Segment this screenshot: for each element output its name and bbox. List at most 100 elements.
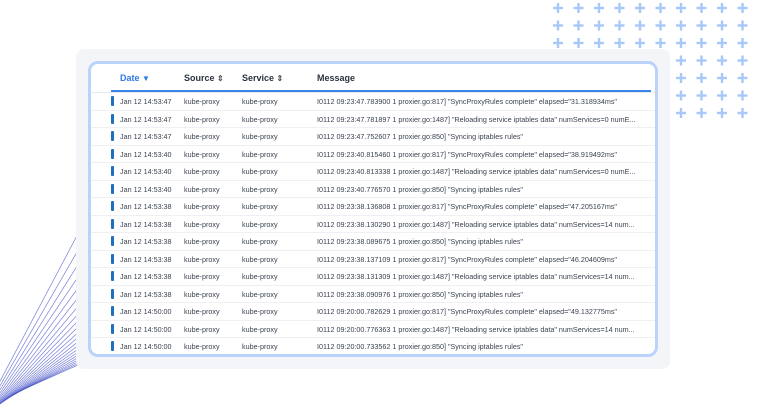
plus-icon bbox=[573, 20, 584, 31]
plus-icon bbox=[553, 20, 563, 31]
row-message: I0112 09:23:38.090976 1 proxier.go:850] … bbox=[317, 289, 523, 299]
row-source: kube-proxy bbox=[184, 254, 220, 264]
plus-icon bbox=[717, 38, 727, 48]
row-message: I0112 09:20:00.776363 1 proxier.go:1487]… bbox=[317, 324, 635, 334]
plus-icon bbox=[655, 20, 666, 31]
row-message: I0112 09:23:47.783900 1 proxier.go:817] … bbox=[317, 97, 617, 106]
plus-icon bbox=[594, 38, 604, 48]
row-source: kube-proxy bbox=[184, 132, 220, 141]
row-message: I0112 09:20:00.782629 1 proxier.go:817] … bbox=[317, 307, 617, 316]
row-date: Jan 12 14:53:47 bbox=[120, 97, 172, 106]
table-row[interactable]: Jan 12 14:53:47 kube-proxy kube-proxy I0112… bbox=[91, 111, 655, 128]
table-row[interactable]: Jan 12 14:53:38 kube-proxy kube-proxy I0112… bbox=[91, 198, 655, 216]
plus-icon bbox=[614, 20, 625, 31]
row-service: kube-proxy bbox=[242, 219, 278, 229]
row-service: kube-proxy bbox=[242, 184, 278, 194]
log-level-indicator bbox=[111, 341, 114, 351]
log-level-indicator bbox=[111, 306, 114, 316]
plus-icon bbox=[717, 90, 727, 101]
plus-icon bbox=[635, 20, 645, 31]
log-level-indicator bbox=[111, 218, 114, 229]
table-row[interactable]: Jan 12 14:53:38 kube-proxy kube-proxy I0112… bbox=[91, 251, 655, 268]
row-service: kube-proxy bbox=[242, 114, 278, 124]
row-date: Jan 12 14:53:40 bbox=[120, 149, 172, 159]
row-source: kube-proxy bbox=[184, 97, 220, 106]
row-service: kube-proxy bbox=[242, 97, 278, 106]
table-row[interactable]: Jan 12 14:53:38 kube-proxy kube-proxy I0112… bbox=[91, 216, 655, 233]
plus-icon bbox=[676, 90, 686, 101]
log-table-panel: Date ▼ Source ⇕ Service ⇕ Message Jan 12… bbox=[88, 61, 658, 357]
plus-icon bbox=[696, 20, 707, 31]
plus-icon bbox=[614, 38, 625, 48]
column-header-service[interactable]: Service ⇕ bbox=[242, 73, 283, 83]
row-source: kube-proxy bbox=[184, 272, 220, 281]
column-header-source[interactable]: Source ⇕ bbox=[184, 73, 224, 83]
plus-icon bbox=[614, 3, 625, 13]
row-message: I0112 09:20:00.733562 1 proxier.go:850] … bbox=[317, 342, 523, 351]
row-date: Jan 12 14:50:00 bbox=[120, 324, 172, 334]
plus-icon bbox=[553, 38, 563, 48]
table-row[interactable]: Jan 12 14:53:38 kube-proxy kube-proxy I0112… bbox=[91, 233, 655, 251]
row-source: kube-proxy bbox=[184, 342, 220, 351]
plus-icon bbox=[717, 55, 727, 66]
plus-icon bbox=[737, 3, 748, 13]
plus-icon bbox=[737, 73, 748, 83]
table-row[interactable]: Jan 12 14:53:38 kube-proxy kube-proxy I0112… bbox=[91, 286, 655, 303]
log-table: Date ▼ Source ⇕ Service ⇕ Message Jan 12… bbox=[91, 64, 655, 358]
table-row[interactable]: Jan 12 14:50:00kube-proxykube-proxyI0112… bbox=[91, 321, 655, 338]
table-row[interactable]: Jan 12 14:53:40 kube-proxy kube-proxy I0112… bbox=[91, 181, 655, 198]
row-message: I0112 09:23:38.137109 1 proxier.go:817] … bbox=[317, 254, 617, 264]
plus-icon bbox=[573, 3, 584, 13]
row-source: kube-proxy bbox=[184, 167, 220, 176]
row-source: kube-proxy bbox=[184, 307, 220, 316]
row-message: I0112 09:23:38.130290 1 proxier.go:1487]… bbox=[317, 219, 635, 229]
row-source: kube-proxy bbox=[184, 202, 220, 211]
row-service: kube-proxy bbox=[242, 342, 278, 351]
plus-icon bbox=[696, 73, 707, 83]
table-row[interactable]: Jan 12 14:53:47 kube-proxy kube-proxy I0112… bbox=[91, 93, 655, 111]
row-message: I0112 09:23:40.813338 1 proxier.go:1487]… bbox=[317, 167, 636, 176]
log-level-indicator bbox=[111, 131, 114, 141]
table-row[interactable]: Jan 12 14:53:47 kube-proxy kube-proxy I0112… bbox=[91, 128, 655, 146]
table-row[interactable]: Jan 12 14:53:40 kube-proxy kube-proxy I0112… bbox=[91, 163, 655, 181]
log-level-indicator bbox=[111, 323, 114, 334]
plus-icon bbox=[696, 108, 707, 118]
column-header-message: Message bbox=[317, 73, 356, 83]
row-source: kube-proxy bbox=[184, 324, 220, 334]
row-date: Jan 12 14:53:38 bbox=[120, 237, 172, 246]
row-source: kube-proxy bbox=[184, 114, 220, 124]
plus-icon bbox=[655, 3, 666, 13]
table-row[interactable]: Jan 12 14:53:38 kube-proxy kube-proxy I0112… bbox=[91, 268, 655, 286]
plus-icon bbox=[594, 20, 604, 31]
log-level-indicator bbox=[111, 113, 114, 124]
table-header: Date ▼ Source ⇕ Service ⇕ Message bbox=[91, 64, 655, 93]
row-date: Jan 12 14:53:38 bbox=[120, 272, 172, 281]
table-row[interactable]: Jan 12 14:53:40 kube-proxy kube-proxy I0112… bbox=[91, 146, 655, 163]
plus-icon bbox=[573, 38, 584, 48]
plus-icon bbox=[676, 108, 686, 118]
caret-down-icon: ▼ bbox=[142, 74, 150, 83]
column-header-date[interactable]: Date ▼ bbox=[120, 73, 150, 83]
log-level-indicator bbox=[111, 201, 114, 211]
row-date: Jan 12 14:53:38 bbox=[120, 202, 172, 211]
log-level-indicator bbox=[111, 183, 114, 194]
row-service: kube-proxy bbox=[242, 167, 278, 176]
plus-icon bbox=[737, 38, 748, 48]
table-row[interactable]: Jan 12 14:50:00kube-proxykube-proxyI0112… bbox=[91, 303, 655, 321]
table-row[interactable]: Jan 12 14:50:00kube-proxykube-proxyI0112… bbox=[91, 338, 655, 354]
plus-icon bbox=[676, 20, 686, 31]
plus-icon bbox=[676, 38, 686, 48]
plus-icon bbox=[676, 73, 686, 83]
plus-icon bbox=[553, 3, 563, 13]
row-service: kube-proxy bbox=[242, 237, 278, 246]
table-row[interactable]: Jan 12 14:50:00kube-proxykube-proxyI0112… bbox=[91, 356, 655, 358]
row-service: kube-proxy bbox=[242, 132, 278, 141]
plus-icon bbox=[655, 38, 666, 48]
log-level-indicator bbox=[111, 148, 114, 159]
row-service: kube-proxy bbox=[242, 254, 278, 264]
plus-icon bbox=[717, 3, 727, 13]
header-active-underline bbox=[111, 90, 651, 92]
row-service: kube-proxy bbox=[242, 202, 278, 211]
plus-icon bbox=[696, 55, 707, 66]
plus-icon bbox=[717, 108, 727, 118]
